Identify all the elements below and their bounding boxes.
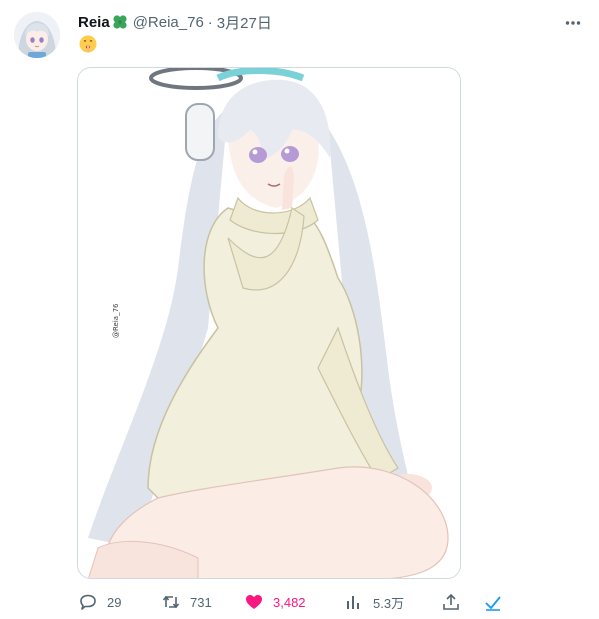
reply-count: 29 (107, 594, 122, 610)
bar-chart-icon (347, 596, 359, 609)
repost-count: 731 (190, 594, 212, 610)
checkmark-icon (485, 596, 501, 611)
repost-arrows-icon (162, 595, 180, 609)
reply-bubble-icon (80, 594, 96, 610)
repost-button[interactable]: 731 (161, 590, 212, 614)
more-options-button[interactable] (560, 10, 586, 36)
tweet-text (78, 34, 98, 56)
illustration: @Reia_76 (78, 68, 460, 578)
like-button[interactable]: 3,482 (244, 590, 306, 614)
like-count: 3,482 (273, 594, 306, 610)
author-handle[interactable]: @Reia_76 (133, 14, 204, 31)
heart-filled-icon (246, 595, 262, 609)
views-button[interactable]: 5.3万 (344, 590, 404, 614)
shushing-face-emoji (79, 35, 97, 53)
artist-signature: @Reia_76 (112, 303, 120, 338)
view-count: 5.3万 (373, 595, 405, 611)
more-horizontal-icon (565, 21, 581, 25)
tweet-media-image[interactable]: @Reia_76 (77, 67, 461, 579)
share-button[interactable] (441, 590, 461, 614)
author-name[interactable]: Reia (78, 14, 110, 31)
bookmark-check-button[interactable] (483, 590, 503, 614)
tweet-action-bar: 29 731 3,482 5.3万 (78, 590, 508, 614)
four-leaf-clover-icon (111, 13, 129, 31)
separator-dot: · (207, 13, 213, 31)
tweet-header: Reia @Reia_76 · 3月27日 (78, 12, 272, 32)
share-upload-icon (443, 593, 459, 610)
reply-button[interactable]: 29 (78, 590, 121, 614)
tweet-date[interactable]: 3月27日 (217, 12, 272, 33)
avatar-image (14, 12, 60, 58)
tweet: Reia @Reia_76 · 3月27日 @Reia_76 29 731 3,… (0, 0, 599, 619)
avatar[interactable] (14, 12, 60, 58)
